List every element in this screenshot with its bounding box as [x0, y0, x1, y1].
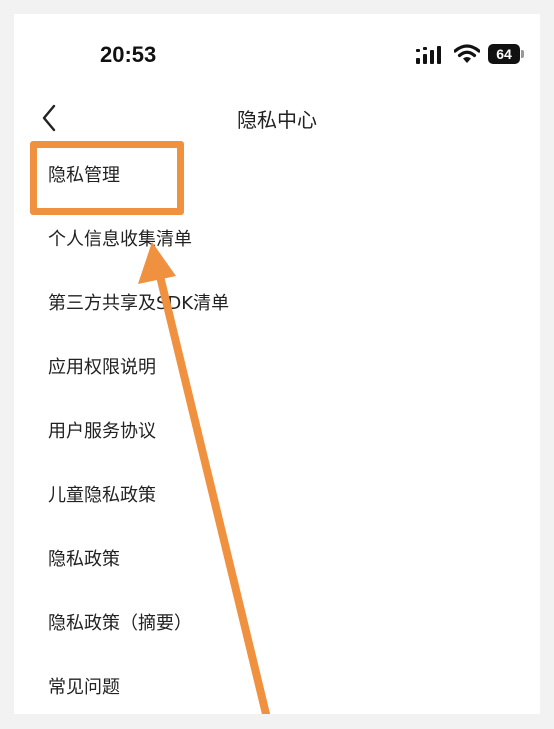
menu-item-user-agreement[interactable]: 用户服务协议: [14, 400, 540, 464]
status-time: 20:53: [100, 42, 157, 67]
menu-item-privacy-policy-summary[interactable]: 隐私政策（摘要）: [14, 592, 540, 656]
menu-item-personal-info-list[interactable]: 个人信息收集清单: [14, 208, 540, 272]
menu-item-privacy-management[interactable]: 隐私管理: [14, 144, 540, 208]
menu-item-faq[interactable]: 常见问题: [14, 656, 540, 714]
menu-item-privacy-policy[interactable]: 隐私政策: [14, 528, 540, 592]
status-bar: 20:53 64: [14, 14, 540, 94]
cellular-signal-icon: [416, 46, 441, 64]
battery-level: 64: [496, 46, 512, 62]
menu-item-app-permissions[interactable]: 应用权限说明: [14, 336, 540, 400]
menu-item-third-party-sdk-list[interactable]: 第三方共享及SDK清单: [14, 272, 540, 336]
privacy-menu-list: 隐私管理 个人信息收集清单 第三方共享及SDK清单 应用权限说明 用户服务协议 …: [14, 144, 540, 714]
battery-icon: 64: [488, 44, 524, 64]
nav-bar: 隐私中心: [14, 94, 540, 144]
menu-item-children-privacy-policy[interactable]: 儿童隐私政策: [14, 464, 540, 528]
phone-screen: 20:53 64 隐私中心 隐私管理 个人信息收集清单 第三方共享及SDK清单 …: [14, 14, 540, 714]
wifi-icon: [454, 44, 480, 63]
page-title: 隐私中心: [237, 108, 317, 132]
